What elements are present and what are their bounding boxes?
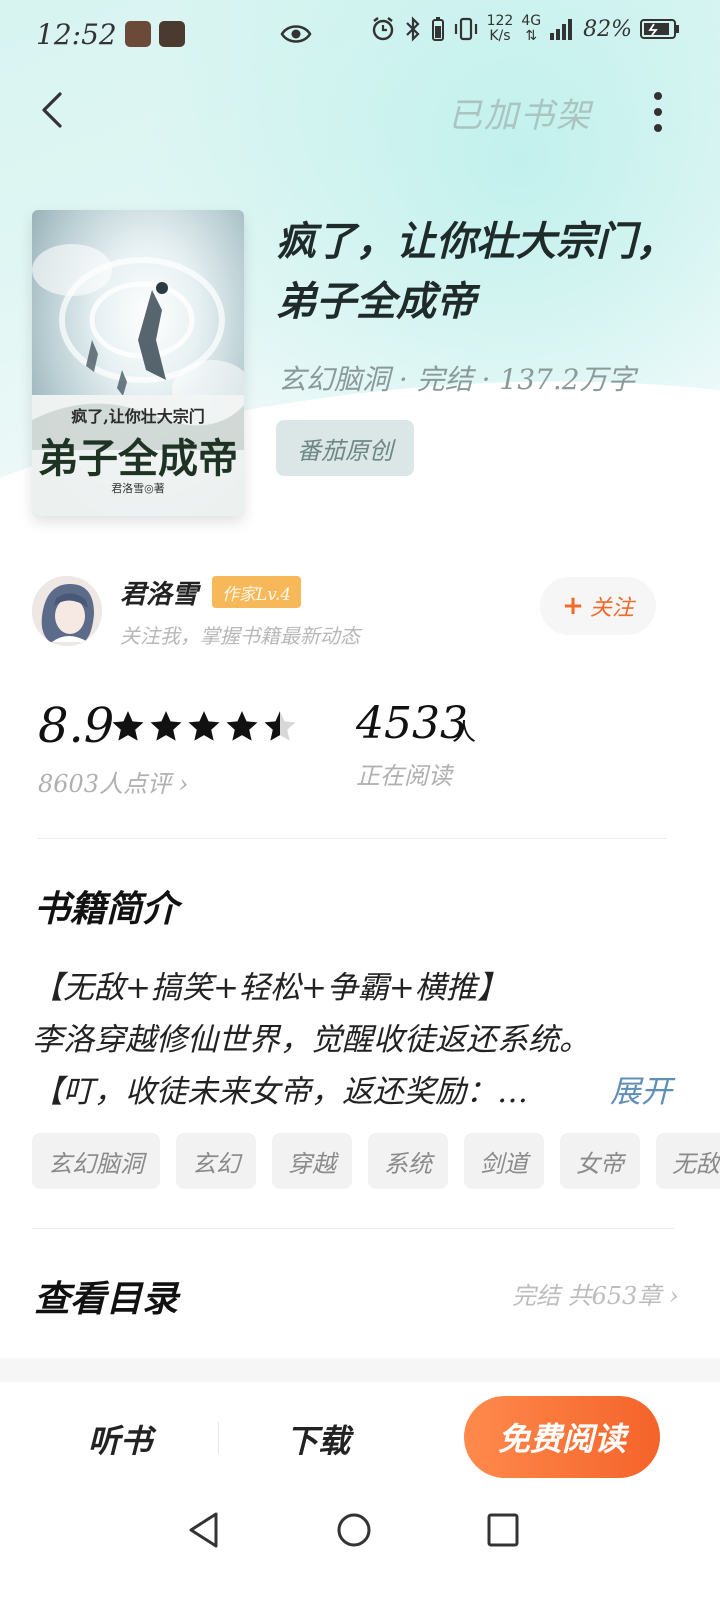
toc-heading[interactable]: 查看目录	[34, 1270, 178, 1322]
system-home-icon[interactable]	[336, 1510, 372, 1550]
toc-status: 完结 共653章	[512, 1282, 662, 1310]
readers-unit: 人	[452, 718, 476, 746]
network-speed: 122 K/s	[487, 14, 514, 44]
tag-chip[interactable]: 玄幻	[176, 1133, 256, 1189]
battery-icon	[640, 19, 679, 39]
follow-label: 关注	[589, 596, 634, 621]
tag-chip[interactable]: 剑道	[464, 1133, 544, 1189]
star-icon	[112, 711, 144, 741]
rating-count-link[interactable]: 8603人点评 ›	[38, 764, 188, 799]
rating-count: 8603人点评	[38, 770, 172, 798]
readers-label: 正在阅读	[356, 762, 452, 790]
app-notification-icon	[124, 21, 151, 47]
data-arrows-icon: ⇅	[525, 28, 538, 44]
back-icon[interactable]	[32, 88, 76, 132]
signal-icon	[550, 19, 573, 40]
follow-button[interactable]: + 关注	[540, 577, 656, 635]
star-icon	[264, 711, 296, 741]
expand-synopsis-button[interactable]: 展开	[610, 1066, 672, 1111]
synopsis-line: 【叮，收徒未来女帝，返还奖励：…	[32, 1074, 528, 1110]
divider	[38, 838, 666, 839]
author-subtitle: 关注我，掌握书籍最新动态	[120, 624, 360, 648]
chevron-right-icon: ›	[669, 1282, 679, 1310]
plus-icon: +	[562, 591, 584, 621]
tag-chip[interactable]: 女帝	[560, 1133, 640, 1189]
listen-button[interactable]: 听书	[88, 1416, 152, 1462]
divider	[32, 1228, 674, 1229]
tag-chip[interactable]: 玄幻脑洞	[32, 1133, 160, 1189]
toc-link[interactable]: 完结 共653章 ›	[512, 1276, 679, 1311]
synopsis-line: 李洛穿越修仙世界，觉醒收徒返还系统。	[32, 1022, 590, 1058]
cover-author: 君洛雪◎著	[111, 481, 165, 495]
book-meta: 玄幻脑洞 · 完结 · 137.2万字	[278, 363, 636, 396]
synopsis-line: 【无敌+搞笑+轻松+争霸+横推】	[32, 970, 508, 1006]
status-time: 12:52	[36, 17, 117, 51]
added-to-shelf-label[interactable]: 已加书架	[448, 88, 592, 137]
tag-chip[interactable]: 系统	[368, 1133, 448, 1189]
chevron-right-icon: ›	[178, 770, 189, 798]
star-icon	[188, 711, 220, 741]
speed-unit: K/s	[489, 28, 511, 44]
book-cover-art: 疯了,让你壮大宗门 弟子全成帝 君洛雪◎著	[32, 210, 244, 516]
download-button[interactable]: 下载	[286, 1416, 350, 1462]
battery-percent: 82%	[583, 16, 632, 42]
rating-score: 8.9	[38, 698, 115, 754]
more-options-icon[interactable]	[640, 88, 676, 136]
system-back-icon[interactable]	[186, 1510, 222, 1550]
tag-chip[interactable]: 无敌	[656, 1133, 720, 1189]
divider	[218, 1422, 219, 1454]
alarm-icon	[372, 17, 393, 41]
network-type: 4G ⇅	[521, 14, 541, 44]
avatar-image	[32, 576, 102, 646]
battery-saver-icon	[431, 17, 444, 41]
tag-list: 玄幻脑洞 玄幻 穿越 系统 剑道 女帝 无敌	[32, 1133, 720, 1189]
system-recents-icon[interactable]	[486, 1512, 520, 1548]
author-avatar[interactable]	[32, 576, 102, 646]
bluetooth-icon	[405, 16, 420, 42]
vibrate-icon	[454, 17, 477, 41]
rating-stars	[110, 708, 298, 744]
cover-subtitle: 疯了,让你壮大宗门	[71, 407, 205, 426]
eye-icon	[280, 25, 312, 43]
cover-main-title: 弟子全成帝	[38, 435, 238, 482]
app-notification-icon	[158, 21, 185, 47]
book-cover[interactable]: 疯了,让你壮大宗门 弟子全成帝 君洛雪◎著	[32, 210, 244, 516]
synopsis-heading: 书籍简介	[34, 888, 179, 930]
network-label: 4G	[521, 13, 542, 29]
author-level-badge: 作家Lv.4	[212, 576, 302, 608]
star-icon	[226, 711, 258, 741]
section-separator	[0, 1358, 720, 1382]
star-icon	[150, 711, 182, 741]
speed-value: 122	[486, 13, 514, 29]
author-name[interactable]: 君洛雪	[120, 574, 198, 611]
free-read-button[interactable]: 免费阅读	[464, 1396, 660, 1478]
tag-chip[interactable]: 穿越	[272, 1133, 352, 1189]
original-badge: 番茄原创	[276, 420, 414, 476]
status-indicators: 122 K/s 4G ⇅ 82%	[371, 14, 680, 44]
book-title: 疯了，让你壮大宗门，弟子全成帝	[276, 218, 676, 325]
